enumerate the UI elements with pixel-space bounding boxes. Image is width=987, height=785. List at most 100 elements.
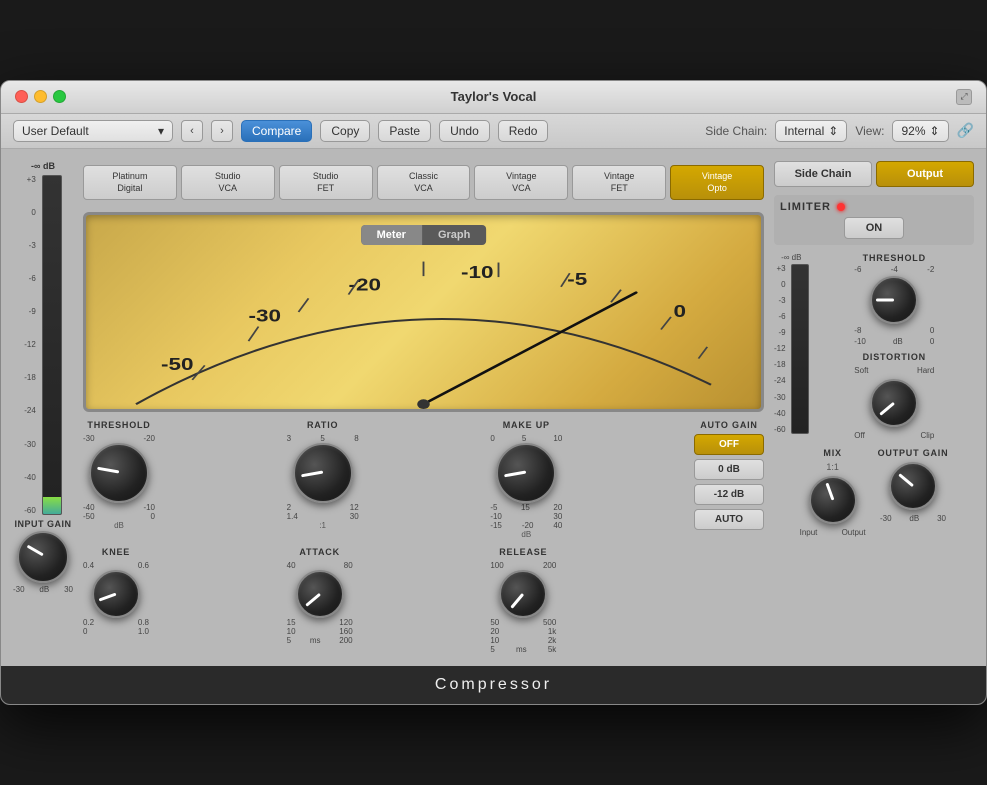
sidechain-label: Side Chain: [705,124,767,138]
compare-button[interactable]: Compare [241,120,312,142]
right-threshold-knob[interactable] [870,276,918,324]
right-vu-top-label: -∞ dB [781,253,801,262]
attack-label: ATTACK [299,547,339,557]
release-knob[interactable] [499,570,547,618]
input-gain-knob[interactable] [17,531,69,583]
input-vu-meter [42,175,62,515]
dist-soft-label: Soft [854,366,868,375]
copy-button[interactable]: Copy [320,120,370,142]
auto-gain-0db-button[interactable]: 0 dB [694,459,764,480]
right-meter-controls: -∞ dB +3 0 -3 -6 -9 -12 -18 -24 -30 [774,253,974,440]
ratio-knob[interactable] [293,443,353,503]
right-vu-section: -∞ dB +3 0 -3 -6 -9 -12 -18 -24 -30 [774,253,809,440]
output-button[interactable]: Output [876,161,974,187]
auto-gain-12db-button[interactable]: -12 dB [694,484,764,505]
knee-section: KNEE 0.40.6 0.20.8 01.0 [83,547,149,654]
limiter-header: LIMITER [780,201,968,213]
window-title: Taylor's Vocal [451,89,537,104]
dist-hard-label: Hard [917,366,934,375]
mix-value: 1:1 [826,462,839,472]
view-label: View: [855,124,884,138]
input-vu-top-label: -∞ dB [31,161,55,171]
auto-gain-off-button[interactable]: OFF [694,434,764,455]
minimize-button[interactable] [34,90,47,103]
preset-dropdown[interactable]: User Default ▾ [13,120,173,142]
redo-button[interactable]: Redo [498,120,549,142]
limiter-led [837,203,845,211]
input-gain-scale: -30 dB 30 [13,585,73,594]
output-gain-label: OUTPUT GAIN [878,448,949,458]
mix-section: MIX 1:1 Input Output [800,448,866,537]
mix-label: MIX [823,448,841,458]
makeup-knob[interactable] [496,443,556,503]
limiter-section: LIMITER ON [774,195,974,245]
paste-button[interactable]: Paste [378,120,431,142]
center-panel: PlatinumDigital StudioVCA StudioFET Clas… [83,161,764,654]
threshold-section: THRESHOLD -30-20 -40-10 -500 dB [83,420,155,539]
auto-gain-label: AUTO GAIN [700,420,758,430]
sidechain-button[interactable]: Side Chain [774,161,872,187]
link-icon[interactable]: 🔗 [957,122,974,139]
knee-label: KNEE [102,547,130,557]
sidechain-value: Internal [784,124,824,138]
view-value-display[interactable]: 92% ⇕ [892,120,948,142]
right-threshold-label: THRESHOLD [863,253,926,263]
sidechain-dropdown[interactable]: Internal ⇕ [775,120,847,142]
model-vintage-opto[interactable]: VintageOpto [670,165,764,200]
makeup-section: MAKE UP 0510 -51520 -1030 -15 [490,420,562,539]
dist-clip-label: Clip [921,431,935,440]
knee-knob[interactable] [92,570,140,618]
limiter-on-button[interactable]: ON [844,217,904,239]
mix-output-row: MIX 1:1 Input Output OUTPUT GAIN -30 dB … [774,448,974,537]
view-percentage: 92% [901,124,925,138]
nav-back-button[interactable]: ‹ [181,120,203,142]
meter-graph-tabs: Meter Graph [361,225,487,245]
title-bar: Taylor's Vocal ⤢ [1,81,986,114]
model-studio-fet[interactable]: StudioFET [279,165,373,200]
ratio-section: RATIO 358 212 1.430 :1 [287,420,359,539]
right-panel: Side Chain Output LIMITER ON -∞ dB [774,161,974,654]
auto-btn[interactable]: AUTO [694,509,764,530]
model-vintage-vca[interactable]: VintageVCA [474,165,568,200]
title-bar-right: ⤢ [956,89,972,105]
preset-value: User Default [22,124,89,138]
output-gain-knob[interactable] [889,462,937,510]
graph-tab[interactable]: Graph [422,225,486,245]
meter-tab[interactable]: Meter [361,225,422,245]
model-classic-vca[interactable]: ClassicVCA [377,165,471,200]
chevron-down-icon: ▾ [158,124,164,138]
attack-section: ATTACK 4080 15120 10160 5ms20 [287,547,353,654]
chevron-updown-icon: ⇕ [930,124,940,138]
close-button[interactable] [15,90,28,103]
plugin-window: Taylor's Vocal ⤢ User Default ▾ ‹ › Comp… [0,80,987,705]
model-platinum-digital[interactable]: PlatinumDigital [83,165,177,200]
distortion-knob[interactable] [870,379,918,427]
threshold-label: THRESHOLD [87,420,150,430]
left-panel: -∞ dB +3 0 -3 -6 -9 -12 -18 -24 -30 -40 … [13,161,73,654]
attack-knob[interactable] [296,570,344,618]
input-gain-section: INPUT GAIN -30 dB 30 [13,519,73,594]
expand-button[interactable]: ⤢ [956,89,972,105]
auto-gain-section: AUTO GAIN OFF 0 dB -12 dB AUTO [694,420,764,539]
model-studio-vca[interactable]: StudioVCA [181,165,275,200]
svg-text:-50: -50 [161,356,194,375]
controls-row-1: THRESHOLD -30-20 -40-10 -500 dB [83,420,764,539]
maximize-button[interactable] [53,90,66,103]
ratio-label: RATIO [307,420,338,430]
makeup-label: MAKE UP [503,420,550,430]
vu-display: Meter Graph -50 -30 [83,212,764,412]
mix-knob[interactable] [809,476,857,524]
threshold-knob[interactable] [89,443,149,503]
release-section: RELEASE 100200 50500 201k 102 [490,547,556,654]
dist-off-label: Off [854,431,865,440]
traffic-lights [15,90,66,103]
nav-forward-button[interactable]: › [211,120,233,142]
output-gain-section: OUTPUT GAIN -30 dB 30 [878,448,949,537]
main-body: -∞ dB +3 0 -3 -6 -9 -12 -18 -24 -30 -40 … [1,149,986,666]
right-threshold-section: THRESHOLD -6-4-2 -80 -10dB0 [815,253,974,346]
bottom-bar: Compressor [1,666,986,704]
svg-text:-30: -30 [249,307,282,326]
model-vintage-fet[interactable]: VintageFET [572,165,666,200]
undo-button[interactable]: Undo [439,120,490,142]
controls-row-2: KNEE 0.40.6 0.20.8 01.0 [83,547,764,654]
